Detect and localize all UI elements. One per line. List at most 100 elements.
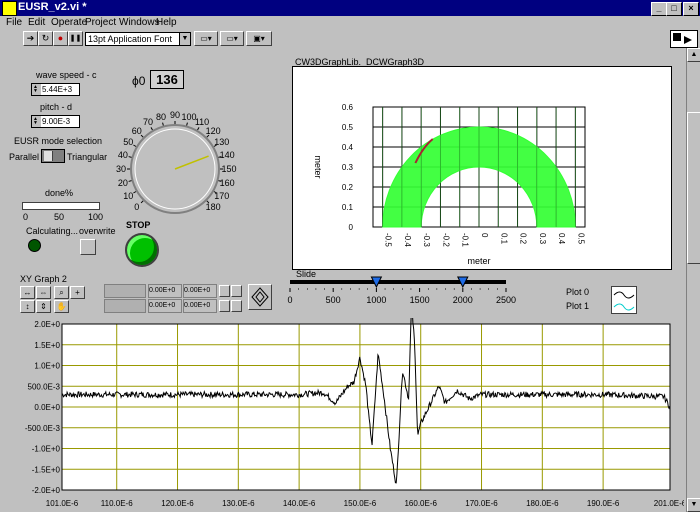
format-y-icon[interactable]: ⇕ (36, 300, 51, 313)
vi-icon (670, 30, 698, 48)
autoscale-y-icon[interactable]: ↕ (20, 300, 35, 313)
title-bar: EUSR_v2.vi * _ □ × (0, 0, 700, 16)
graph3d-ytick: 0.5 (342, 123, 354, 132)
cursor-style-button[interactable] (219, 300, 230, 312)
cursor-move-diamond-icon[interactable] (248, 284, 272, 310)
scroll-up-icon[interactable]: ▲ (687, 48, 700, 62)
xy-ytick-label: -500.0E-3 (25, 424, 61, 433)
toggle-thumb[interactable] (44, 151, 53, 161)
xy-ytick-label: 2.0E+0 (34, 320, 60, 329)
cursor-x-readout: 0.00E+0 (148, 299, 182, 313)
graph3d-plot: 0 0.1 0.2 0.3 0.4 0.5 0.6 -0.5 -0.4 -0.3 -0.2 -0.1 0… (313, 103, 586, 266)
app-icon (2, 1, 17, 16)
xy-ytick-label: 0.0E+0 (34, 403, 60, 412)
pitch-value[interactable]: 9.00E-3 (41, 116, 79, 127)
autoscale-x-icon[interactable]: ↔ (20, 286, 35, 299)
toolbar: ➔ ↻ ● ❚❚ 13pt Application Font ▼ ▭▾ ▭▾ ▣… (0, 30, 700, 48)
graph3d-xtick: -0.5 (384, 233, 393, 247)
knob-tick-label: 10 (123, 191, 133, 201)
knob-tick-mark (162, 122, 164, 126)
done-tick: 50 (54, 212, 65, 222)
overwrite-button[interactable] (80, 239, 96, 255)
abort-icon[interactable]: ● (53, 31, 68, 46)
scroll-down-icon[interactable]: ▼ (687, 498, 700, 512)
minimize-button[interactable]: _ (651, 2, 667, 16)
xy-graph[interactable]: 101.0E-6 110.0E-6 120.0E-6 130.0E-6 140.0E-6… (16, 318, 684, 512)
menu-project[interactable]: Project (85, 17, 116, 28)
done-progress-bar (22, 202, 100, 210)
wave-speed-control[interactable]: ▲ ▼ 5.44E+3 (31, 83, 80, 96)
graph3d-xtick: 0.2 (519, 233, 528, 245)
menu-help[interactable]: Help (156, 17, 177, 28)
knob-tick-label: 50 (123, 137, 133, 147)
chevron-down-icon: ▼ (179, 33, 190, 45)
xy-ytick-label: -1.5E+0 (32, 465, 61, 474)
stop-label: STOP (126, 220, 151, 230)
pitch-label: pitch - d (40, 102, 73, 112)
knob-tick-mark (128, 180, 132, 182)
graph3d[interactable]: 0 0.1 0.2 0.3 0.4 0.5 0.6 -0.5 -0.4 -0.3 -0.2 -0.1 0… (292, 66, 672, 270)
graph3d-ytick: 0.4 (342, 143, 354, 152)
cursor-name-field[interactable] (104, 284, 146, 298)
graph3d-ytick: 0.3 (342, 163, 354, 172)
xy-ytick-label: -2.0E+0 (32, 486, 61, 495)
run-continuous-icon[interactable]: ↻ (38, 31, 53, 46)
reorder-icon[interactable]: ▣▾ (246, 31, 272, 46)
graph3d-ytick: 0.2 (342, 183, 354, 192)
close-button[interactable]: × (683, 2, 699, 16)
legend-swatch[interactable] (611, 286, 637, 314)
wave-speed-value[interactable]: 5.44E+3 (41, 84, 79, 95)
legend-trace-icon (613, 291, 635, 311)
graph3d-xtick: 0.1 (499, 233, 508, 245)
xy-xtick-label: 140.0E-6 (283, 499, 316, 508)
menu-operate[interactable]: Operate (51, 17, 87, 28)
done-label: done% (45, 188, 74, 198)
cursor-style-button[interactable] (219, 285, 230, 297)
xy-ytick-label: -1.0E+0 (32, 445, 61, 454)
increment-icon[interactable]: ▲ ▼ (33, 85, 39, 94)
xy-ytick-label: 500.0E-3 (28, 382, 61, 391)
xy-xtick-label: 190.0E-6 (587, 499, 620, 508)
cursor-y-readout: 0.00E+0 (183, 284, 217, 298)
mode-selection-label: EUSR mode selection (14, 136, 103, 146)
align-objects-icon[interactable]: ▭▾ (194, 31, 218, 46)
knob-tick-label: 160 (220, 178, 235, 188)
distribute-objects-icon[interactable]: ▭▾ (220, 31, 244, 46)
calculating-led (28, 239, 41, 252)
stop-button[interactable] (125, 233, 159, 267)
mode-toggle-switch[interactable] (41, 149, 65, 163)
cursor-y-readout: 0.00E+0 (183, 299, 217, 313)
run-arrow-icon[interactable]: ➔ (23, 31, 38, 46)
font-select[interactable]: 13pt Application Font ▼ (85, 32, 191, 46)
menu-file[interactable]: File (6, 17, 22, 28)
cursor-lock-button[interactable] (231, 300, 242, 312)
knob-tick-label: 90 (170, 110, 180, 120)
scroll-thumb[interactable] (687, 112, 700, 264)
cursor-move-icon[interactable]: + (70, 286, 85, 299)
menu-windows[interactable]: Windows (119, 17, 160, 28)
xy-xtick-label: 201.0E-6 (654, 499, 684, 508)
maximize-button[interactable]: □ (666, 2, 682, 16)
pause-icon[interactable]: ❚❚ (68, 31, 83, 46)
cursor-lock-button[interactable] (231, 285, 242, 297)
vertical-scrollbar[interactable]: ▲ ▼ (686, 48, 700, 512)
zoom-icon[interactable]: ⌕ (54, 286, 69, 299)
cursor-x-readout: 0.00E+0 (148, 284, 182, 298)
knob-tick-label: 150 (221, 164, 236, 174)
xy-xtick-label: 180.0E-6 (526, 499, 559, 508)
graph3d-ytick: 0.1 (342, 203, 354, 212)
slide-tick-label: 500 (326, 295, 341, 305)
pitch-control[interactable]: ▲ ▼ 9.00E-3 (31, 115, 80, 128)
slide-control[interactable]: 0 500 1000 1500 2000 2500 (282, 276, 518, 312)
knob-tick-mark (140, 134, 144, 138)
cursor-name-field[interactable] (104, 299, 146, 313)
increment-icon[interactable]: ▲ ▼ (33, 117, 39, 126)
xy-xtick-label: 130.0E-6 (222, 499, 255, 508)
menu-edit[interactable]: Edit (28, 17, 45, 28)
angle-knob[interactable]: 01020304050607080 90 100110120130140150160… (105, 96, 245, 258)
menu-bar: File Edit Operate Project Windows Help (0, 16, 700, 30)
graph3d-xtick: 0.5 (576, 233, 585, 245)
knob-tick-mark (133, 191, 137, 194)
format-x-icon[interactable]: ⇔ (36, 286, 51, 299)
pan-hand-icon[interactable]: ✋ (54, 300, 69, 313)
